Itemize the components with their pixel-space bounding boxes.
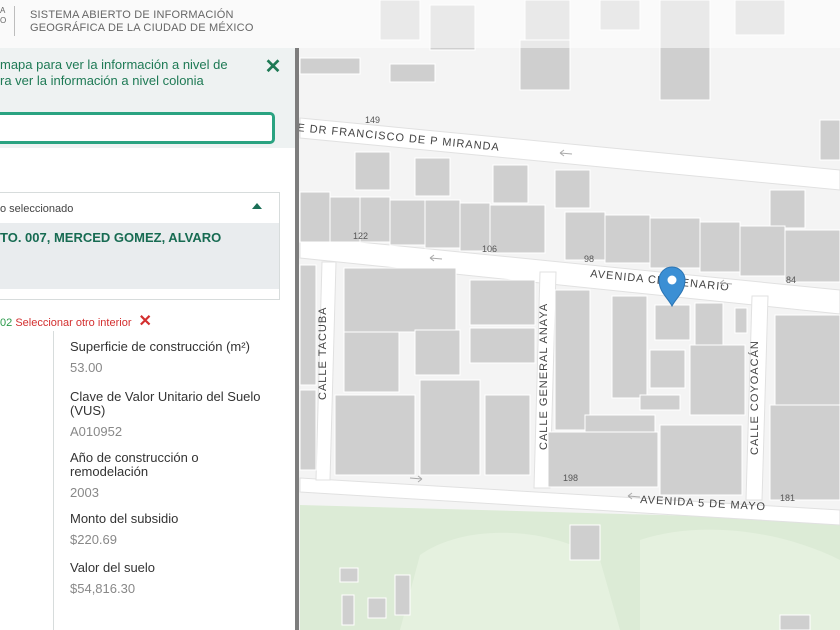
detail-label: Monto del subsidio [70,511,179,526]
interior-row: 02 Seleccionar otro interior ✕ [0,311,152,331]
detail-anio: Año de construcción o remodelación 2003 [70,450,270,501]
detail-value: A010952 [70,424,123,439]
detail-label: Valor del suelo [70,560,156,575]
select-other-interior-link[interactable]: Seleccionar otro interior [15,317,131,329]
detail-value: 53.00 [70,360,103,375]
building-number: 149 [365,115,380,125]
detail-vus: Clave de Valor Unitario del Suelo (VUS) … [70,389,270,440]
app-title: SISTEMA ABIERTO DE INFORMACIÓN GEOGRÁFIC… [30,9,254,34]
detail-valor-suelo: Valor del suelo $54,816.30 [70,560,270,597]
building-number: 181 [780,493,795,503]
detail-label: Superficie de construcción (m²) [70,339,250,354]
divider [53,331,54,630]
detail-superficie: Superficie de construcción (m²) 53.00 [70,339,270,376]
detail-label: Año de construcción o remodelación [70,450,199,479]
detail-subsidio: Monto del subsidio $220.69 [70,511,270,548]
building-number: 198 [563,473,578,483]
detail-value: 2003 [70,485,99,500]
panel-header: mapa para ver la información a nivel de … [0,48,295,148]
selected-label: o seleccionado [0,203,74,215]
search-input[interactable] [0,112,275,144]
detail-value: $54,816.30 [70,581,136,596]
building-number: 122 [353,231,368,241]
selected-value-box: TO. 007, MERCED GOMEZ, ALVARO [0,223,279,289]
detail-label: Clave de Valor Unitario del Suelo (VUS) [70,389,261,418]
building-number: 84 [786,275,796,285]
selected-value: TO. 007, MERCED GOMEZ, ALVARO [0,230,222,245]
street-label-coyoacan: CALLE COYOACÁN [748,340,761,455]
selected-property-dropdown[interactable]: o seleccionado TO. 007, MERCED GOMEZ, AL… [0,192,280,300]
detail-value: $220.69 [70,532,117,547]
panel-resize-handle[interactable] [295,48,299,630]
street-label-tacuba: CALLE TACUBA [317,306,329,400]
building-number: 106 [482,244,497,254]
clear-interior-icon[interactable]: ✕ [139,313,152,330]
street-label-anaya: CALLE GENERAL ANAYA [538,303,550,450]
app-header: A O SISTEMA ABIERTO DE INFORMACIÓN GEOGR… [0,0,840,48]
interior-code: 02 [0,317,13,329]
close-panel-button[interactable]: ✕ [263,57,283,77]
logo: A O [0,6,15,36]
chevron-up-icon[interactable] [252,203,262,209]
info-panel: mapa para ver la información a nivel de … [0,48,295,630]
building-number: 98 [584,254,594,264]
panel-instruction: mapa para ver la información a nivel de … [0,57,228,88]
